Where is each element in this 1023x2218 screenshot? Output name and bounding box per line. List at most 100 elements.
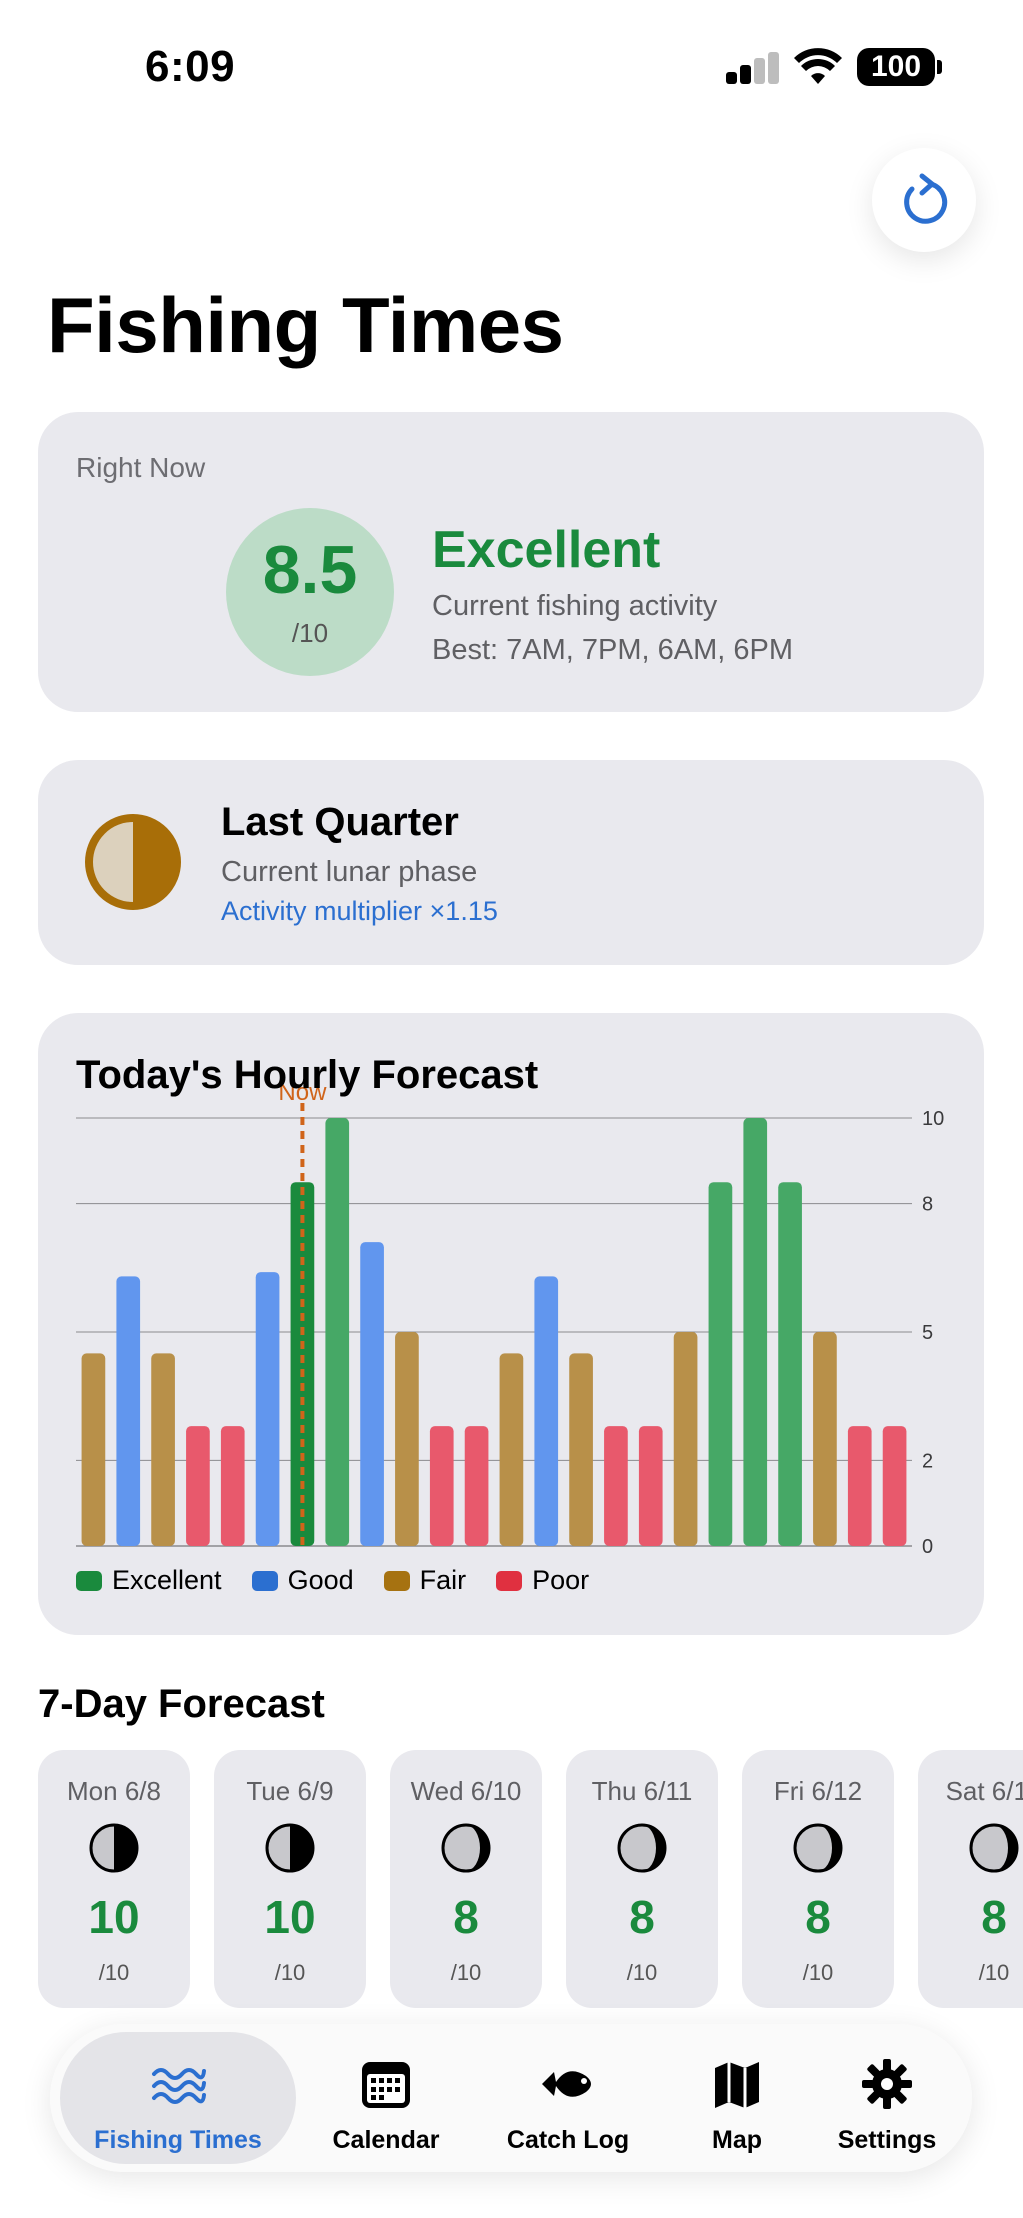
tab-settings[interactable]: Settings — [812, 2032, 962, 2164]
legend-label: Poor — [532, 1565, 590, 1595]
tab-map[interactable]: Map — [662, 2032, 812, 2164]
day-forecast-card[interactable]: Thu 6/11 8/10 — [566, 1750, 718, 2008]
tab-label: Settings — [837, 2126, 937, 2154]
tab-fishing-times[interactable]: Fishing Times — [60, 2032, 296, 2164]
moon-phase-subtitle: Current lunar phase — [221, 856, 478, 888]
day-score: 8 — [981, 1891, 1007, 1943]
legend-label: Excellent — [112, 1565, 222, 1595]
day-label: Fri 6/12 — [773, 1776, 863, 1806]
tab-label: Catch Log — [506, 2126, 630, 2154]
chart-bar — [673, 1332, 698, 1546]
chart-bar — [81, 1353, 106, 1546]
day-forecast-card[interactable]: Sat 6/13 8/10 — [918, 1750, 1023, 2008]
chart-bar — [882, 1426, 907, 1546]
chart-bar — [325, 1118, 350, 1546]
status-time: 6:09 — [145, 42, 236, 91]
day-score-max: /10 — [274, 1960, 306, 1985]
best-times: Best: 7AM, 7PM, 6AM, 6PM — [432, 634, 793, 666]
day-score: 10 — [88, 1891, 140, 1943]
chart-legend: Excellent Good Fair Poor — [76, 1565, 589, 1596]
day-forecast-card[interactable]: Tue 6/9 10/10 — [214, 1750, 366, 2008]
y-tick-label: 0 — [922, 1536, 933, 1558]
chart-bar — [534, 1276, 559, 1546]
chart-bar — [847, 1426, 872, 1546]
moon-phase-title: Last Quarter — [221, 800, 459, 844]
fish-icon — [542, 2071, 591, 2097]
day-score-max: /10 — [626, 1960, 658, 1985]
page-title: Fishing Times — [47, 281, 564, 369]
chart-bar — [708, 1182, 733, 1546]
score-circle: 8.5 /10 — [226, 508, 394, 676]
chart-bar — [151, 1353, 175, 1546]
right-now-subtitle: Current fishing activity — [432, 590, 718, 622]
day-label: Tue 6/9 — [246, 1776, 334, 1806]
last-quarter-icon — [89, 1823, 139, 1873]
activity-multiplier: Activity multiplier ×1.15 — [221, 896, 498, 926]
day-forecast-card[interactable]: Wed 6/10 8/10 — [390, 1750, 542, 2008]
legend-swatch — [383, 1570, 410, 1591]
legend-label: Good — [287, 1565, 354, 1595]
chart-bar — [638, 1426, 663, 1546]
tab-calendar[interactable]: Calendar — [298, 2032, 474, 2164]
battery-icon: 100 — [857, 48, 942, 86]
chart-bar — [395, 1332, 419, 1546]
legend-label: Fair — [419, 1565, 467, 1595]
chart-title: Today's Hourly Forecast — [76, 1053, 539, 1097]
right-now-label: Right Now — [76, 452, 206, 483]
waning-crescent-icon — [441, 1823, 491, 1873]
chart-bar — [778, 1182, 802, 1546]
tab-catch-log[interactable]: Catch Log — [474, 2032, 662, 2164]
tab-label: Map — [712, 2126, 762, 2154]
chart-bar — [220, 1426, 245, 1546]
y-tick-label: 2 — [922, 1450, 933, 1472]
y-tick-label: 5 — [922, 1322, 933, 1344]
calendar-icon — [362, 2062, 410, 2108]
chart-bar — [116, 1276, 141, 1546]
day-score: 8 — [453, 1891, 479, 1943]
day-score-max: /10 — [802, 1960, 834, 1985]
waves-icon — [152, 2068, 206, 2104]
tab-label: Fishing Times — [94, 2126, 262, 2154]
refresh-icon — [904, 173, 948, 224]
day-label: Wed 6/10 — [410, 1776, 522, 1806]
day-forecast-card[interactable]: Mon 6/8 10/10 — [38, 1750, 190, 2008]
chart-bar — [464, 1426, 489, 1546]
day-score: 8 — [629, 1891, 655, 1943]
day-forecast-card[interactable]: Fri 6/12 8/10 — [742, 1750, 894, 2008]
chart-bar — [813, 1332, 837, 1546]
legend-swatch — [251, 1570, 278, 1591]
hourly-forecast-card: 0 2 5 8 10 Now Today's Hourly Forecast Excell… — [38, 1013, 984, 1635]
y-tick-label: 8 — [922, 1194, 933, 1216]
day-label: Thu 6/11 — [591, 1776, 693, 1806]
wifi-icon — [794, 48, 842, 84]
score-value: 8.5 — [262, 532, 358, 608]
waning-crescent-icon — [617, 1823, 667, 1873]
gear-icon — [862, 2059, 912, 2109]
last-quarter-icon — [265, 1823, 315, 1873]
chart-bar — [360, 1242, 384, 1546]
refresh-button[interactable] — [872, 148, 976, 252]
legend-swatch — [76, 1570, 102, 1591]
waning-crescent-icon — [969, 1823, 1019, 1873]
chart-bar — [186, 1426, 210, 1546]
day-score-max: /10 — [450, 1960, 482, 1985]
map-icon — [715, 2062, 759, 2108]
legend-item-good: Good — [251, 1565, 354, 1596]
day-label: Sat 6/13 — [945, 1776, 1023, 1806]
day-score-max: /10 — [978, 1960, 1010, 1985]
legend-swatch — [496, 1570, 523, 1591]
chart-bar — [255, 1272, 280, 1546]
tab-label: Calendar — [332, 2126, 440, 2154]
chart-bar — [499, 1353, 524, 1546]
day-score: 10 — [264, 1891, 316, 1943]
score-max: /10 — [291, 618, 329, 648]
day-label: Mon 6/8 — [67, 1776, 161, 1806]
day-score: 8 — [805, 1891, 831, 1943]
legend-item-poor: Poor — [496, 1565, 589, 1596]
moon-phase-card: Last Quarter Current lunar phase Activit… — [38, 760, 984, 965]
tab-bar: Fishing Times Calendar Catch Log Map Setting… — [50, 2024, 972, 2172]
rating-label: Excellent — [432, 521, 661, 579]
week-forecast-title: 7-Day Forecast — [38, 1682, 325, 1726]
last-quarter-moon-icon — [85, 814, 181, 910]
chart-bar — [604, 1426, 628, 1546]
